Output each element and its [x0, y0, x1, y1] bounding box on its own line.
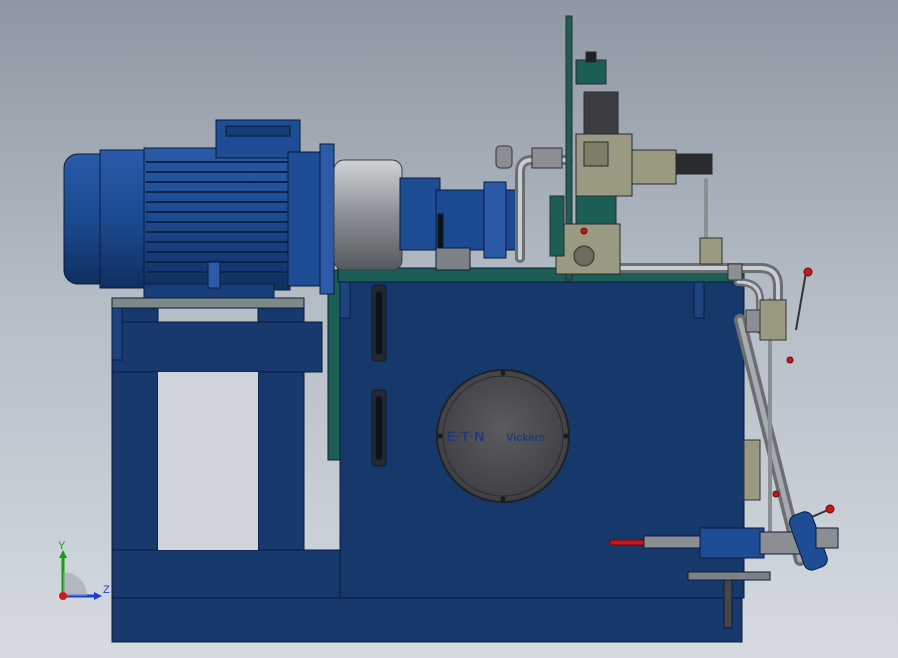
hydraulic-power-unit-model[interactable]: E·T·N Vickers Y Z	[0, 0, 898, 658]
valve-manifold[interactable]	[549, 15, 713, 281]
motor-flange	[287, 151, 321, 287]
inspection-cover[interactable]: E·T·N Vickers	[436, 369, 570, 503]
z-axis-label: Z	[103, 584, 110, 596]
cad-viewport[interactable]: E·T·N Vickers Y Z	[0, 0, 898, 658]
electric-motor[interactable]	[63, 119, 335, 299]
axis-triad: Y Z	[58, 540, 110, 600]
tank-foot	[687, 571, 771, 581]
y-axis-label: Y	[58, 540, 66, 552]
handle-knob[interactable]	[803, 267, 813, 277]
cover-bolt	[563, 433, 569, 439]
frame-window	[158, 372, 258, 550]
frame-lower-crossbar	[111, 549, 353, 599]
solenoid-top	[575, 59, 607, 85]
cover-bolt	[500, 370, 506, 376]
solenoid-coil	[583, 91, 619, 135]
cover-bolt	[500, 496, 506, 502]
motor-mount-plate	[111, 297, 305, 309]
base-rail	[111, 595, 743, 643]
logo-product: Vickers	[506, 432, 545, 444]
frame-upper-crossbar	[111, 321, 323, 373]
hydraulic-pump[interactable]	[399, 177, 519, 271]
logo-brand: E·T·N	[447, 428, 484, 444]
tank-corner-bracket	[693, 281, 705, 319]
drain-valve-handle[interactable]	[609, 539, 645, 546]
handle-knob[interactable]	[825, 504, 835, 514]
tank-corner-bracket-left	[339, 281, 351, 319]
frame-bracket	[111, 307, 123, 361]
valve-block-side	[631, 149, 677, 185]
bell-housing[interactable]	[333, 159, 403, 271]
cover-bolt	[437, 433, 443, 439]
